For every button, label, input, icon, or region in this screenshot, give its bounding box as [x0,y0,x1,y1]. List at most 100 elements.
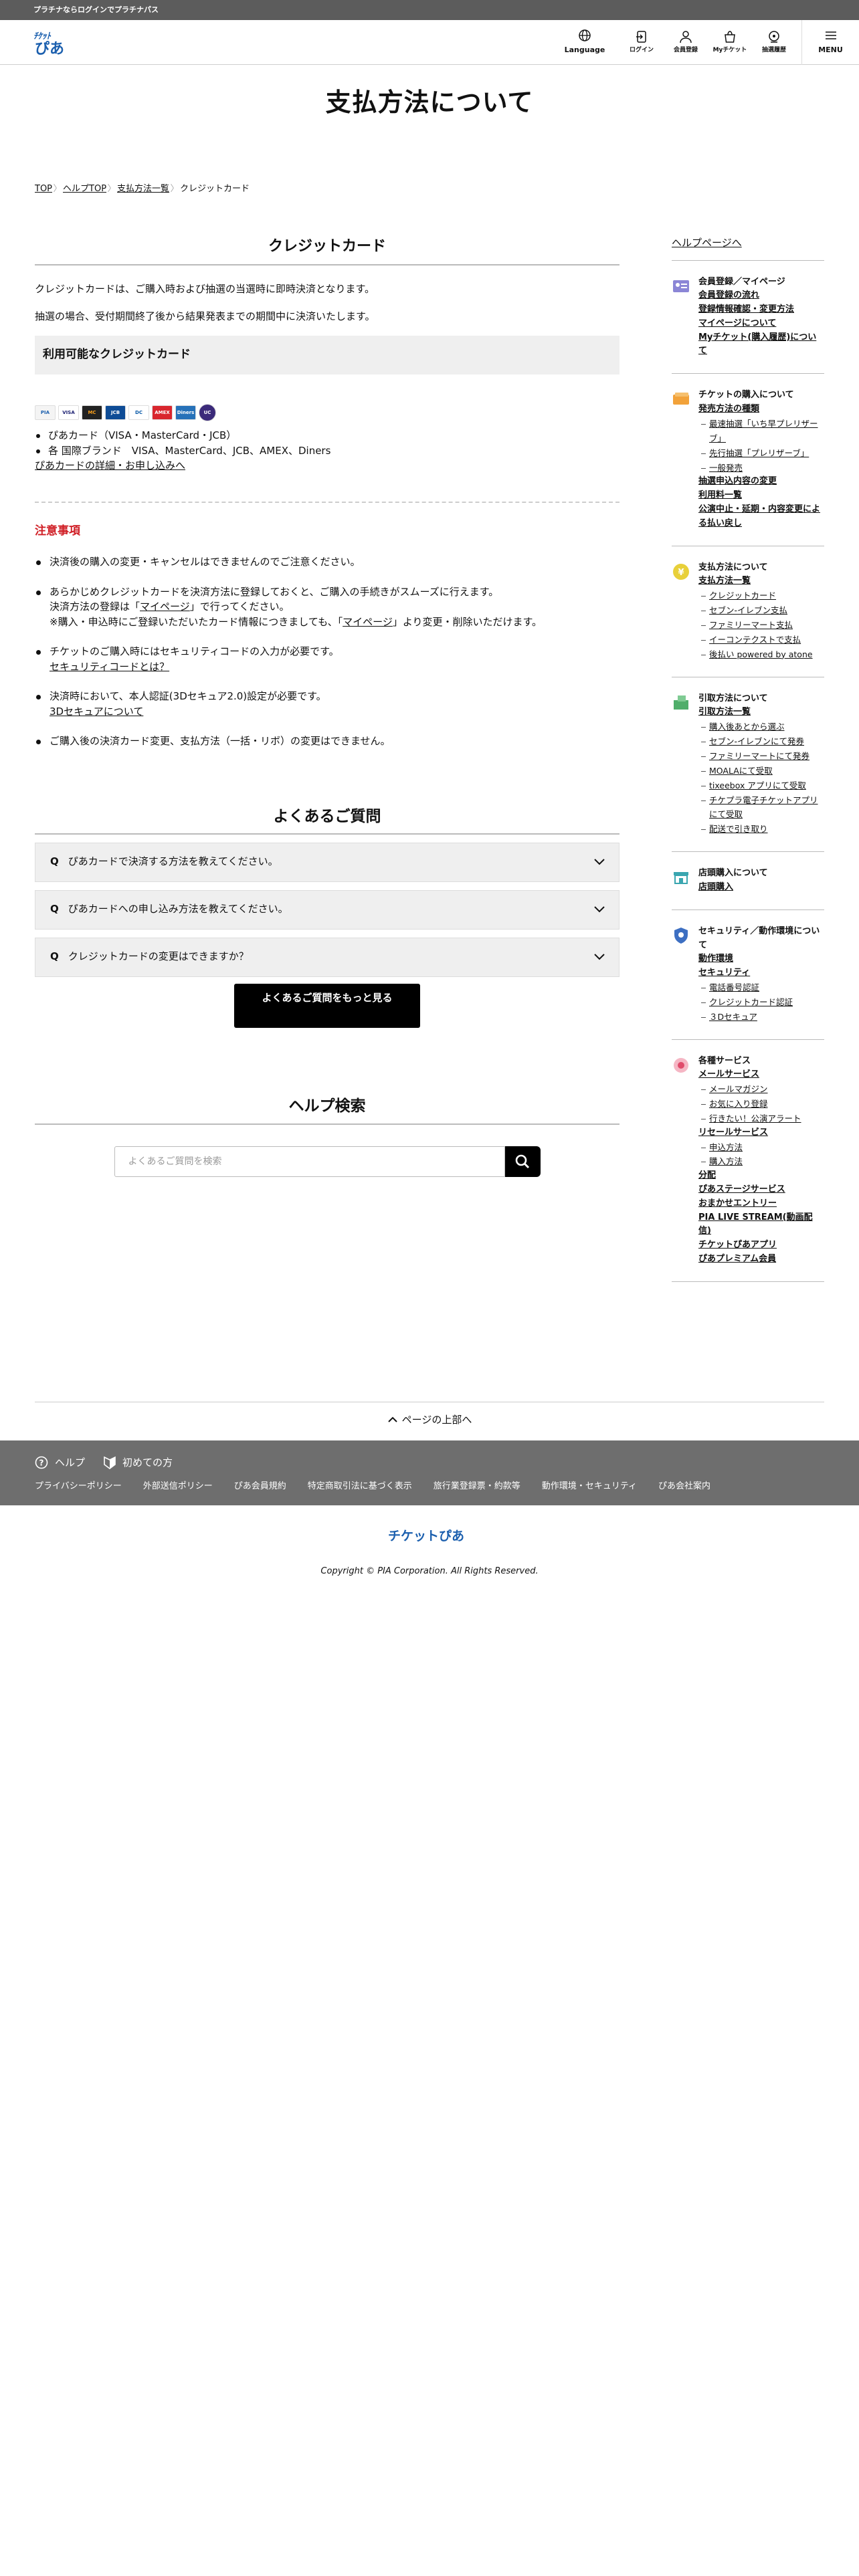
svg-text:ぴあ: ぴあ [35,41,64,58]
register-label: 会員登録 [673,46,698,53]
sidebar-link[interactable]: 利用料一覧 [698,489,824,503]
help-search-button[interactable] [504,1146,541,1177]
lottery-history-label: 抽選履歴 [761,46,786,53]
search-icon [515,1154,530,1168]
services-icon [674,1057,688,1073]
footer-link[interactable]: 旅行業登録票・約款等 [434,1480,520,1493]
list-item: 決済後の購入の変更・キャンセルはできませんのでご注意ください。 [35,554,619,570]
sidebar-sublink[interactable]: ファミリーマート支払 [698,618,824,633]
sidebar-sublink[interactable]: セブン-イレブン支払 [698,603,824,618]
sidebar-link[interactable]: チケットぴあアプリ [698,1239,824,1253]
sidebar-link[interactable]: おまかせエントリー [698,1197,824,1211]
list-item: チケットのご購入時にはセキュリティコードの入力が必要です。 セキュリティコードと… [35,644,619,674]
back-to-top-link[interactable]: ページの上部へ [35,1402,824,1428]
sidebar-link[interactable]: 店頭購入 [698,881,824,895]
register-button[interactable]: 会員登録 [664,20,708,65]
beginner-mark-icon [104,1456,116,1470]
breadcrumb-payment-list[interactable]: 支払方法一覧 [117,183,169,196]
sidebar-link[interactable]: 動作環境 [698,952,824,966]
mypage-link[interactable]: マイページ [343,616,393,628]
sidebar-sublink[interactable]: クレジットカード認証 [698,995,824,1010]
faq-title: よくあるご質問 [35,805,619,835]
note-text: あらかじめクレジットカードを決済方法に登録しておくと、ご購入の手続きがスムーズに… [50,585,499,598]
sidebar-sublink[interactable]: ファミリーマートにて発券 [698,749,824,764]
sidebar-sublink[interactable]: 電話番号認証 [698,980,824,995]
sidebar-sublink[interactable]: チケプラ電子チケットアプリにて受取 [698,793,824,823]
pickup-box-icon [674,695,688,710]
footer-link[interactable]: 外部送信ポリシー [143,1480,213,1493]
login-button[interactable]: ログイン [619,20,664,65]
sidebar-link[interactable]: 発売方法の種類 [698,403,824,417]
sidebar-sublink[interactable]: 最速抽選「いち早プレリザーブ」 [698,417,824,446]
mypage-link[interactable]: マイページ [140,601,190,613]
help-page-link[interactable]: ヘルプページへ [672,235,824,261]
chevron-down-icon [594,906,605,913]
pia-card-detail-link[interactable]: ぴあカードの詳細・お申し込みへ [35,458,619,473]
sidebar-link[interactable]: 支払方法一覧 [698,574,824,588]
sidebar-link[interactable]: 抽選申込内容の変更 [698,475,824,489]
promo-banner[interactable]: プラチナならログインでプラチナパス [0,0,859,20]
footer-link[interactable]: 動作環境・セキュリティ [542,1480,637,1493]
sidebar-sublink[interactable]: お気に入り登録 [698,1097,824,1111]
user-icon [680,31,692,43]
footer-primary-links: ? ヘルプ 初めての方 [35,1455,859,1471]
footer-help-link[interactable]: ? ヘルプ [35,1455,85,1471]
sidebar-sublink[interactable]: クレジットカード [698,588,824,603]
sidebar-sublink[interactable]: 申込方法 [698,1140,824,1155]
faq-item[interactable]: Q クレジットカードの変更はできますか？ [35,938,619,977]
3d-secure-link[interactable]: 3Dセキュアについて [50,706,143,718]
sidebar-group-member: 会員登録／マイページ 会員登録の流れ 登録情報確認・変更方法 マイページについて… [672,261,824,374]
sidebar-sublink[interactable]: MOALAにて受取 [698,764,824,778]
sidebar-sublink[interactable]: 配送で引き取り [698,822,824,837]
notice-title: 注意事項 [35,524,80,538]
footer-link[interactable]: ぴあ会員規約 [234,1480,286,1493]
sidebar-sublink[interactable]: メールマガジン [698,1082,824,1097]
sidebar-link[interactable]: メールサービス [698,1068,824,1082]
sidebar-link[interactable]: マイページについて [698,317,824,331]
sidebar-sublink[interactable]: 購入後あとから選ぶ [698,720,824,734]
sidebar-link[interactable]: 登録情報確認・変更方法 [698,303,824,317]
sidebar-sublink[interactable]: 購入方法 [698,1154,824,1169]
list-item: 決済時において、本人認証(3Dセキュア2.0)設定が必要です。 3Dセキュアにつ… [35,689,619,719]
sidebar-sublink[interactable]: 一般発売 [698,461,824,475]
language-button[interactable]: Language [550,20,619,65]
sidebar-sublink[interactable]: セブン-イレブンにて発券 [698,734,824,749]
sidebar-sublink[interactable]: 先行抽選「プレリザーブ」 [698,446,824,461]
sidebar-sublink[interactable]: tixeebox アプリにて受取 [698,778,824,793]
footer-first-time-link[interactable]: 初めての方 [104,1455,173,1471]
footer-link[interactable]: ぴあ会社案内 [658,1480,710,1493]
site-logo[interactable]: ﾁｹｯﾄ ぴあ [32,27,68,58]
faq-item[interactable]: Q ぴあカードで決済する方法を教えてください。 [35,843,619,882]
sidebar-link[interactable]: ぴあステージサービス [698,1183,824,1197]
sidebar-link[interactable]: 会員登録の流れ [698,289,824,303]
sidebar-link[interactable]: 分配 [698,1169,824,1183]
footer-link[interactable]: 特定商取引法に基づく表示 [308,1480,412,1493]
divider [35,501,619,503]
breadcrumb-top[interactable]: TOP [35,183,52,196]
section-title: クレジットカード [35,235,619,265]
help-search-input[interactable] [114,1146,505,1177]
sidebar-link[interactable]: 公演中止・延期・内容変更による払い戻し [698,503,824,531]
menu-button[interactable]: MENU [801,20,859,65]
breadcrumb-help-top[interactable]: ヘルプTOP [63,183,106,196]
sidebar-link[interactable]: 引取方法一覧 [698,706,824,720]
security-code-link[interactable]: セキュリティコードとは？ [50,661,169,673]
faq-q-mark: Q [50,950,59,962]
faq-item[interactable]: Q ぴあカードへの申し込み方法を教えてください。 [35,890,619,930]
my-ticket-button[interactable]: Myチケット [708,20,752,65]
footer-link[interactable]: プライバシーポリシー [35,1480,122,1493]
faq-more-button[interactable]: よくあるご質問をもっと見る [234,984,420,1028]
list-item: 各 国際ブランド VISA、MasterCard、JCB、AMEX、Diners [35,443,619,459]
sidebar-sublink[interactable]: ３Dセキュア [698,1010,824,1025]
sidebar-sublink[interactable]: 後払い powered by atone [698,647,824,662]
lottery-history-button[interactable]: 抽選履歴 [752,20,796,65]
sidebar-link[interactable]: セキュリティ [698,966,824,980]
sidebar-sublink[interactable]: 行きたい！公演アラート [698,1111,824,1126]
sidebar-link[interactable]: ぴあプレミアム会員 [698,1253,824,1267]
sidebar-link[interactable]: Myチケット(購入履歴)について [698,331,824,359]
sidebar-link[interactable]: PIA LIVE STREAM(動画配信) [698,1211,824,1239]
ticket-bag-icon [725,30,735,43]
sidebar-link[interactable]: リセールサービス [698,1126,824,1140]
sidebar-group-title: セキュリティ／動作環境について [698,926,820,950]
sidebar-sublink[interactable]: イーコンテクストで支払 [698,633,824,647]
